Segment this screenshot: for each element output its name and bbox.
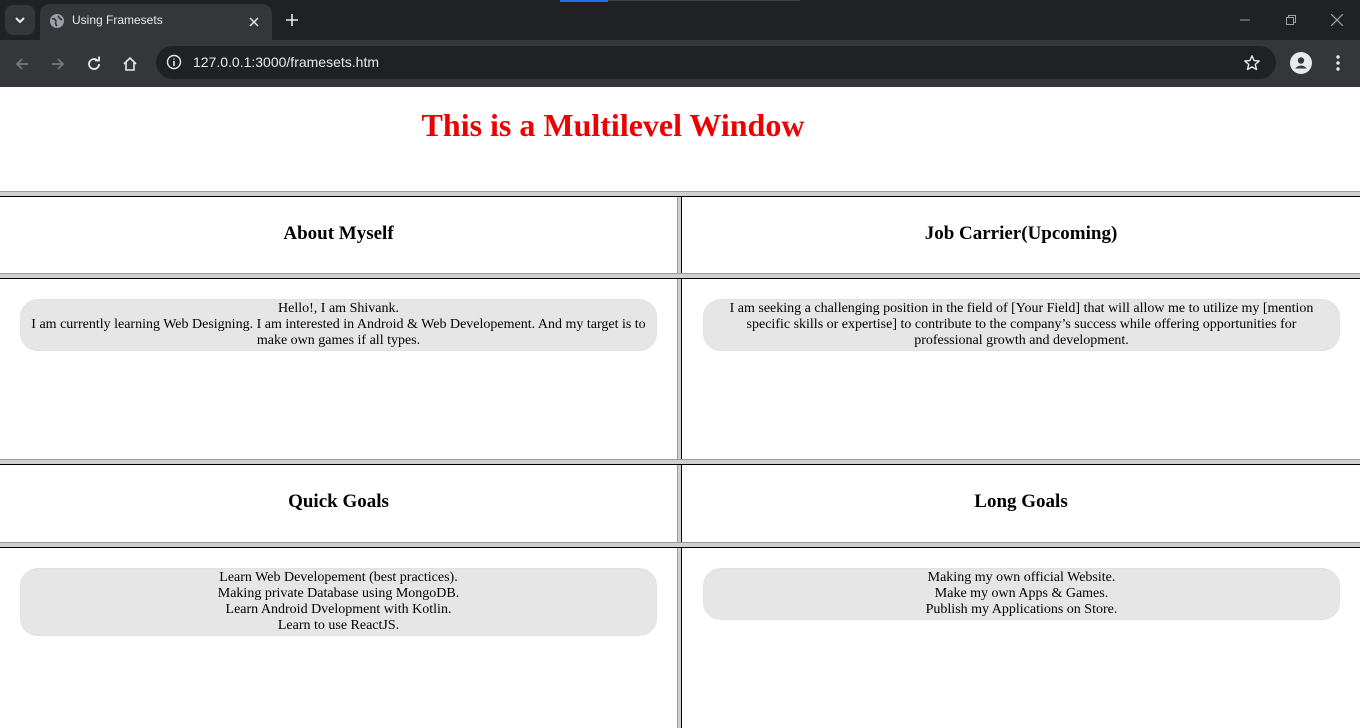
home-icon [123, 56, 137, 71]
frame-about-content: Hello!, I am Shivank. I am currently lea… [0, 279, 677, 459]
close-icon [1331, 14, 1343, 26]
close-icon [249, 17, 259, 27]
more-vert-icon [1336, 55, 1340, 71]
minimize-icon [1240, 19, 1250, 21]
tab-search-button[interactable] [5, 5, 35, 35]
long-goal-item: Publish my Applications on Store. [925, 602, 1118, 617]
quick-goal-item: Learn Web Developement (best practices). [219, 570, 458, 585]
url-path: /framesets.htm [286, 54, 380, 70]
restore-button[interactable] [1268, 0, 1314, 40]
about-heading: About Myself [283, 223, 394, 244]
chevron-down-icon [15, 17, 25, 24]
site-info-button[interactable] [164, 52, 184, 72]
arrow-left-icon [15, 58, 28, 70]
active-tab[interactable]: Using Framesets [40, 4, 272, 40]
frame-long-header: Long Goals [682, 465, 1360, 542]
address-bar[interactable]: 127.0.0.1:3000/framesets.htm [156, 46, 1276, 79]
window-controls [1222, 0, 1360, 40]
forward-button[interactable] [44, 50, 72, 78]
quick-goal-item: Making private Database using MongoDB. [217, 586, 460, 601]
profile-button[interactable] [1288, 50, 1314, 76]
tab-close-button[interactable] [244, 12, 264, 32]
frame-about-header: About Myself [0, 197, 677, 273]
long-goal-item: Make my own Apps & Games. [934, 586, 1109, 601]
plus-icon [286, 14, 298, 26]
frame-quick-header: Quick Goals [0, 465, 677, 542]
bookmark-button[interactable] [1242, 53, 1262, 73]
long-goal-item: Making my own official Website. [927, 570, 1116, 585]
quick-goal-item: Learn to use ReactJS. [277, 618, 400, 633]
person-icon [1290, 52, 1312, 74]
arrow-right-icon [52, 58, 65, 70]
job-line: I am seeking a challenging position in t… [729, 301, 1314, 348]
browser-menu-button[interactable] [1325, 50, 1351, 76]
frame-long-content: Making my own official Website. Make my … [682, 548, 1360, 728]
page-viewport: This is a Multilevel Window About Myself… [0, 87, 1360, 728]
browser-toolbar: 127.0.0.1:3000/framesets.htm [0, 40, 1360, 87]
frame-job-content: I am seeking a challenging position in t… [682, 279, 1360, 459]
long-heading: Long Goals [974, 491, 1068, 512]
info-icon [166, 54, 182, 70]
tab-strip: Using Framesets [0, 0, 1360, 40]
quick-goal-item: Learn Android Dvelopment with Kotlin. [225, 602, 452, 617]
job-text-box: I am seeking a challenging position in t… [703, 299, 1340, 351]
job-heading: Job Carrier(Upcoming) [924, 223, 1118, 244]
page-title: This is a Multilevel Window [421, 107, 805, 143]
quick-goals-box: Learn Web Developement (best practices).… [20, 568, 657, 636]
tab-group-indicator [560, 0, 608, 2]
new-tab-button[interactable] [280, 8, 304, 32]
tab-title: Using Framesets [72, 13, 163, 27]
star-icon [1244, 55, 1260, 71]
globe-icon [50, 14, 64, 28]
back-button[interactable] [8, 50, 36, 78]
long-goals-box: Making my own official Website. Make my … [703, 568, 1340, 620]
reload-icon [88, 56, 100, 70]
window-close-button[interactable] [1314, 0, 1360, 40]
about-line: I am currently learning Web Designing. I… [31, 317, 646, 348]
restore-icon [1286, 15, 1296, 25]
reload-button[interactable] [80, 50, 108, 78]
about-line: Hello!, I am Shivank. [278, 301, 399, 316]
frame-job-header: Job Carrier(Upcoming) [682, 197, 1360, 273]
frame-quick-content: Learn Web Developement (best practices).… [0, 548, 677, 728]
about-text-box: Hello!, I am Shivank. I am currently lea… [20, 299, 657, 351]
quick-heading: Quick Goals [288, 491, 389, 512]
url-text: 127.0.0.1:3000/framesets.htm [193, 54, 379, 70]
home-button[interactable] [116, 50, 144, 78]
minimize-button[interactable] [1222, 0, 1268, 40]
url-host: 127.0.0.1:3000 [193, 54, 287, 70]
tab-strip-edge [608, 0, 800, 1]
